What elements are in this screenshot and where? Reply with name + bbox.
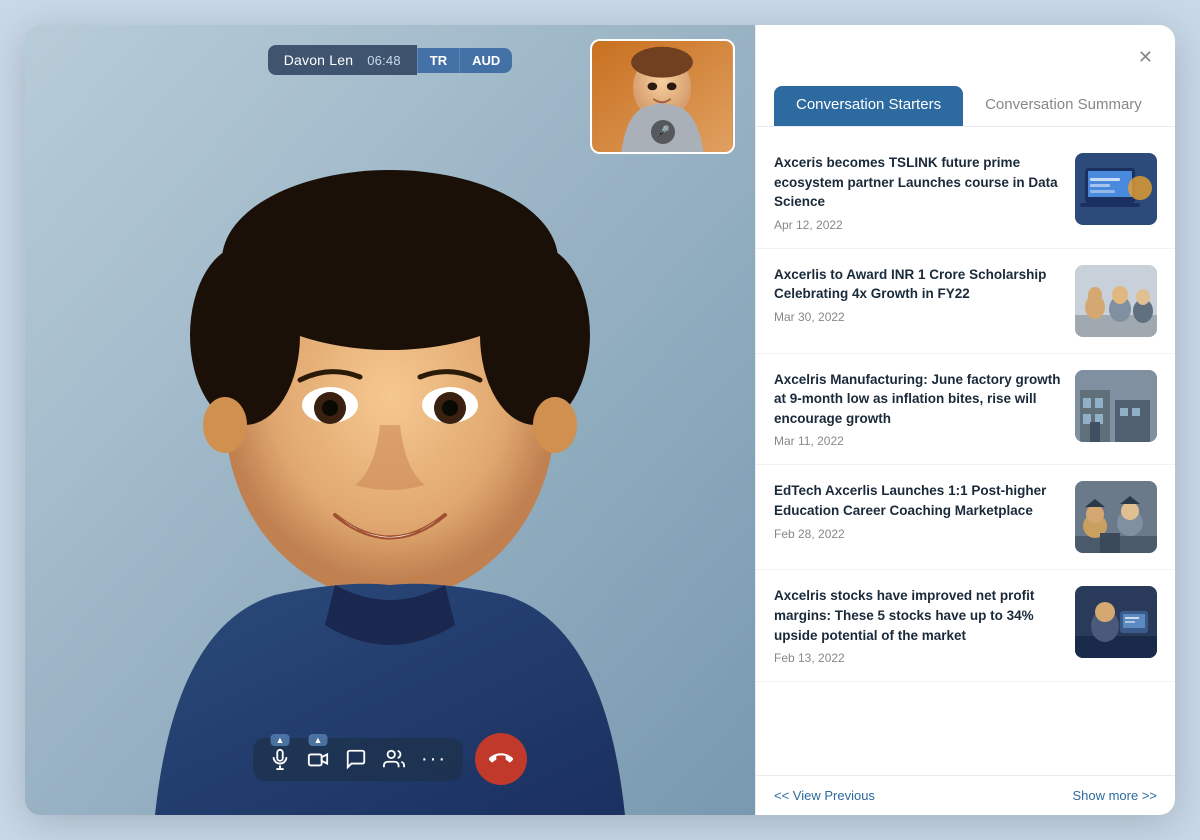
app-container: Davon Len 06:48 TR AUD: [25, 25, 1175, 815]
news-title: Axcerlis to Award INR 1 Crore Scholarshi…: [774, 265, 1063, 304]
view-previous-link[interactable]: << View Previous: [774, 788, 875, 803]
more-button[interactable]: ···: [421, 748, 447, 771]
news-thumbnail: [1075, 370, 1157, 442]
chat-button[interactable]: [345, 748, 367, 770]
badge-aud[interactable]: AUD: [459, 48, 512, 73]
tab-conversation-starters[interactable]: Conversation Starters: [774, 86, 963, 126]
video-panel: Davon Len 06:48 TR AUD: [25, 25, 755, 815]
news-thumbnail: [1075, 265, 1157, 337]
news-content: Axcerlis to Award INR 1 Crore Scholarshi…: [774, 265, 1063, 324]
tabs-row: Conversation Starters Conversation Summa…: [756, 86, 1175, 127]
controls-group: ▲ ▲: [253, 738, 463, 781]
video-controls: ▲ ▲: [25, 733, 755, 785]
mic-up-arrow[interactable]: ▲: [271, 734, 290, 746]
news-date: Mar 11, 2022: [774, 434, 1063, 448]
news-item[interactable]: Axcelris stocks have improved net profit…: [756, 570, 1175, 682]
news-thumbnail: [1075, 586, 1157, 658]
sidebar-header: ✕: [756, 25, 1175, 72]
badge-tr[interactable]: TR: [417, 48, 459, 73]
news-content: Axcelris stocks have improved net profit…: [774, 586, 1063, 665]
news-title: EdTech Axcerlis Launches 1:1 Post-higher…: [774, 481, 1063, 520]
call-time: 06:48: [367, 53, 401, 68]
news-thumbnail: [1075, 153, 1157, 225]
news-date: Apr 12, 2022: [774, 218, 1063, 232]
caller-name: Davon Len: [284, 52, 354, 68]
news-thumbnail: [1075, 481, 1157, 553]
pip-mute-icon: 🎤: [651, 120, 675, 144]
mic-button[interactable]: ▲: [269, 748, 291, 770]
camera-up-arrow[interactable]: ▲: [309, 734, 328, 746]
caller-info: Davon Len 06:48: [268, 45, 417, 75]
news-item[interactable]: Axcerlis to Award INR 1 Crore Scholarshi…: [756, 249, 1175, 354]
people-button[interactable]: [383, 748, 405, 770]
sidebar-panel: ✕ Conversation Starters Conversation Sum…: [755, 25, 1175, 815]
news-date: Feb 28, 2022: [774, 527, 1063, 541]
pip-thumbnail: 🎤: [590, 39, 735, 154]
show-more-link[interactable]: Show more >>: [1072, 788, 1157, 803]
news-date: Feb 13, 2022: [774, 651, 1063, 665]
sidebar-footer: << View Previous Show more >>: [756, 775, 1175, 815]
end-call-button[interactable]: [475, 733, 527, 785]
news-content: Axcelris Manufacturing: June factory gro…: [774, 370, 1063, 449]
news-date: Mar 30, 2022: [774, 310, 1063, 324]
news-item[interactable]: Axceris becomes TSLINK future prime ecos…: [756, 137, 1175, 249]
news-content: Axceris becomes TSLINK future prime ecos…: [774, 153, 1063, 232]
news-item[interactable]: Axcelris Manufacturing: June factory gro…: [756, 354, 1175, 466]
news-item[interactable]: EdTech Axcerlis Launches 1:1 Post-higher…: [756, 465, 1175, 570]
close-button[interactable]: ✕: [1134, 43, 1157, 72]
news-title: Axcelris Manufacturing: June factory gro…: [774, 370, 1063, 429]
camera-button[interactable]: ▲: [307, 748, 329, 770]
news-content: EdTech Axcerlis Launches 1:1 Post-higher…: [774, 481, 1063, 540]
news-title: Axceris becomes TSLINK future prime ecos…: [774, 153, 1063, 212]
tab-conversation-summary[interactable]: Conversation Summary: [963, 86, 1164, 126]
news-list: Axceris becomes TSLINK future prime ecos…: [756, 127, 1175, 775]
news-title: Axcelris stocks have improved net profit…: [774, 586, 1063, 645]
